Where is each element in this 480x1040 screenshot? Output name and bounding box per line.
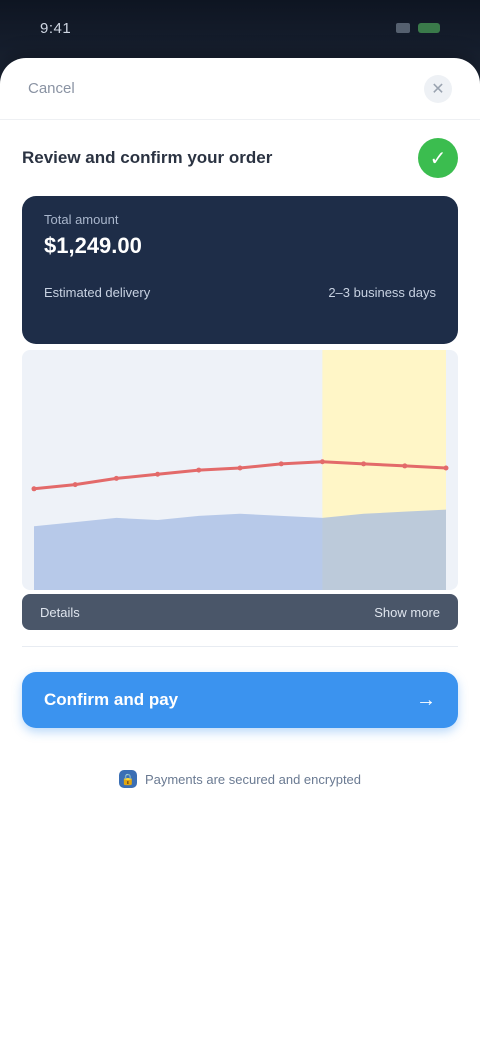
battery-icon bbox=[418, 23, 440, 33]
show-more-link[interactable]: Show more bbox=[374, 605, 440, 620]
cancel-button[interactable]: Cancel bbox=[28, 80, 75, 97]
bottom-sheet: Cancel ✕ Review and confirm your order ✓… bbox=[0, 58, 480, 1040]
info-card: Total amount $1,249.00 Estimated deliver… bbox=[22, 196, 458, 344]
status-bar: 9:41 bbox=[0, 0, 480, 56]
check-icon: ✓ bbox=[418, 138, 458, 178]
close-icon[interactable]: ✕ bbox=[424, 74, 452, 103]
info-label: Total amount bbox=[44, 212, 119, 227]
divider bbox=[22, 646, 458, 647]
secure-note: 🔒 Payments are secured and encrypted bbox=[0, 764, 480, 794]
info-row-right: 2–3 business days bbox=[328, 285, 436, 300]
arrow-right-icon: → bbox=[416, 688, 436, 711]
chart-point bbox=[278, 461, 284, 467]
chart-point bbox=[113, 475, 119, 481]
chart-point bbox=[31, 486, 37, 492]
info-value: $1,249.00 bbox=[44, 233, 142, 258]
chart-point bbox=[237, 465, 243, 471]
details-label: Details bbox=[40, 604, 80, 620]
sheet-title-row: Review and confirm your order ✓ bbox=[22, 134, 458, 182]
cta-label: Confirm and pay bbox=[44, 690, 179, 709]
info-row: Estimated delivery 2–3 business days bbox=[44, 285, 436, 300]
status-time: 9:41 bbox=[40, 19, 72, 37]
chart-point bbox=[319, 459, 325, 465]
chart-point bbox=[155, 471, 161, 477]
sheet-title: Review and confirm your order bbox=[22, 148, 273, 167]
chart-point bbox=[402, 463, 408, 469]
chart-point bbox=[361, 461, 367, 467]
details-strip[interactable]: Details Show more bbox=[22, 594, 458, 630]
screen: 9:41 Cancel ✕ Review and confirm your or… bbox=[0, 0, 480, 1040]
sheet-header: Cancel ✕ bbox=[0, 58, 480, 120]
secure-text: Payments are secured and encrypted bbox=[144, 771, 362, 787]
chart-point bbox=[72, 482, 78, 488]
confirm-pay-button[interactable]: Confirm and pay → bbox=[22, 672, 458, 728]
info-row-left: Estimated delivery bbox=[44, 285, 151, 300]
chart bbox=[22, 350, 458, 590]
chart-svg bbox=[22, 350, 458, 590]
status-icons bbox=[396, 23, 440, 33]
signal-icon bbox=[396, 23, 410, 33]
chart-point bbox=[443, 465, 449, 471]
chart-area-series-2 bbox=[34, 509, 446, 590]
chart-point bbox=[196, 467, 202, 473]
lock-icon: 🔒 bbox=[118, 770, 137, 788]
